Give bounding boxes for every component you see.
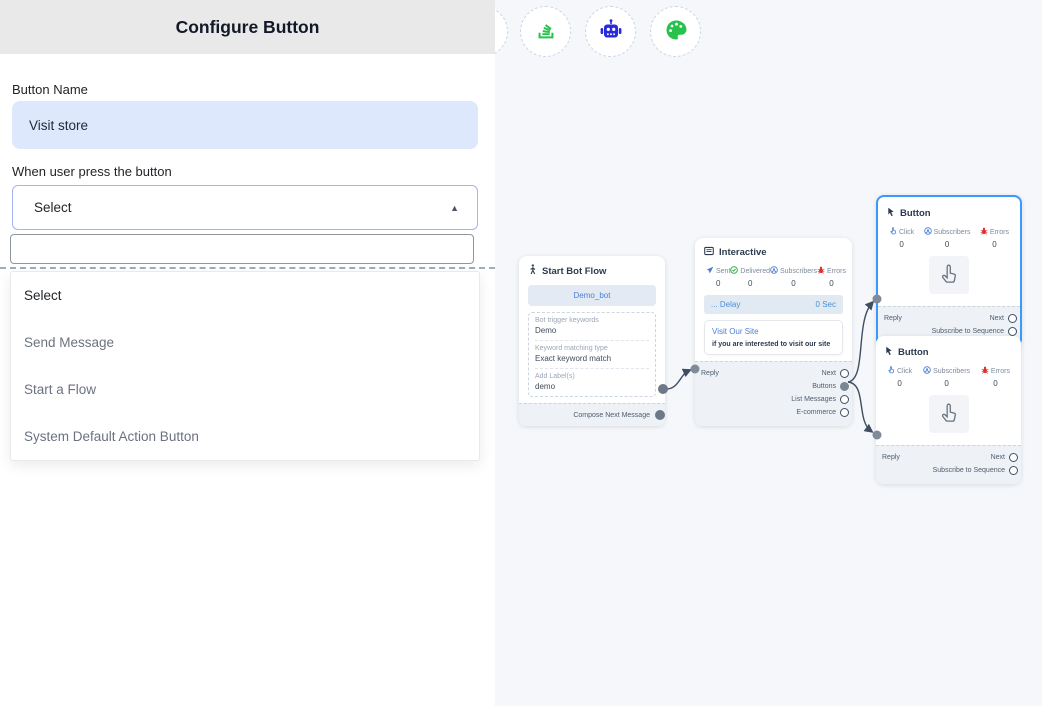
robot-icon [599,18,623,45]
user-circle-icon [923,366,931,376]
start-bot-flow-node[interactable]: Start Bot Flow Demo_bot Bot trigger keyw… [519,256,665,426]
bug-icon [981,366,989,376]
interactive-message-icon [704,246,714,259]
hand-pointer-icon [929,256,969,294]
compose-next-message-port[interactable] [655,410,665,420]
stat-delivered: Delivered 0 [730,266,770,288]
field-row: Keyword matching type Exact keyword matc… [535,340,649,368]
node-title-label: Interactive [719,247,767,258]
action-label: When user press the button [12,164,172,179]
stat-errors: Errors 0 [981,366,1010,388]
flow-canvas[interactable]: Start Bot Flow Demo_bot Bot trigger keyw… [495,0,1042,706]
reply-port-label: Reply [882,454,900,461]
chevron-up-icon: ▲ [450,203,459,213]
bot-fields: Bot trigger keywords Demo Keyword matchi… [528,312,656,397]
option-system-default-action-button[interactable]: System Default Action Button [11,413,479,460]
field-label: Keyword matching type [535,345,649,352]
stat-subscribers: Subscribers 0 [924,227,971,249]
message-body: if you are interested to visit our site [712,341,835,348]
port-e-commerce[interactable]: E-commerce [796,408,848,417]
node-stats: Click 0 Subscribers [887,227,1011,249]
message-title: Visit Our Site [712,327,835,336]
field-value: Exact keyword match [535,354,649,363]
field-label: Add Label(s) [535,373,649,380]
bug-icon [980,227,988,237]
field-value: demo [535,382,649,391]
reply-port-label: Reply [701,370,719,377]
stat-click: Click 0 [889,227,914,249]
interactive-node[interactable]: Interactive Sent 0 [695,238,852,426]
panel-header: Configure Button [0,0,495,54]
flow-builder-app: Start Bot Flow Demo_bot Bot trigger keyw… [0,0,1042,706]
configure-button-panel: Configure Button Button Name When user p… [0,0,495,706]
port-next[interactable]: Next [991,453,1017,462]
paper-plane-icon [706,266,714,276]
port-subscribe-to-sequence[interactable]: Subscribe to Sequence [932,327,1016,336]
action-select[interactable]: Select ▲ [12,185,478,230]
stat-subscribers: Subscribers 0 [770,266,817,288]
option-send-message[interactable]: Send Message [11,319,479,366]
palette-icon-button[interactable] [650,6,701,57]
hidden-tool-button[interactable] [495,6,508,57]
field-row: Bot trigger keywords Demo [535,313,649,340]
user-circle-icon [924,227,932,237]
palette-icon [664,18,688,45]
edge-compose-to-reply [663,371,689,390]
dropdown-search-input[interactable] [10,234,474,264]
field-value: Demo [535,326,649,335]
port-next[interactable]: Next [990,314,1016,323]
click-hand-icon [887,366,895,376]
delay-value: 0 Sec [816,300,836,309]
walking-person-icon [528,264,537,278]
delay-bar[interactable]: ... Delay 0 Sec [704,295,843,314]
port-next[interactable]: Next [822,369,848,378]
compose-next-message-port-label: Compose Next Message [573,412,650,419]
button-node-selected[interactable]: Button Click 0 [876,195,1022,347]
message-preview-card[interactable]: Visit Our Site if you are interested to … [704,320,843,355]
robot-icon-button[interactable] [585,6,636,57]
node-stats: Sent 0 Delivered 0 [704,266,843,288]
button-name-label: Button Name [12,82,88,97]
node-title-label: Button [900,208,931,219]
stat-errors: Errors 0 [817,266,846,288]
stack-icon-button[interactable] [520,6,571,57]
click-hand-icon [889,227,897,237]
panel-title: Configure Button [176,17,320,38]
port-subscribe-to-sequence[interactable]: Subscribe to Sequence [933,466,1017,475]
node-title-label: Start Bot Flow [542,266,606,277]
field-row: Add Label(s) demo [535,368,649,396]
reply-port-label: Reply [884,315,902,322]
port-buttons[interactable]: Buttons [812,382,848,391]
action-options-list: Select Send Message Start a Flow System … [10,271,480,461]
stat-errors: Errors 0 [980,227,1009,249]
cursor-arrow-icon [885,346,893,359]
field-label: Bot trigger keywords [535,317,649,324]
option-start-a-flow[interactable]: Start a Flow [11,366,479,413]
stack-icon [535,19,557,44]
port-list-messages[interactable]: List Messages [791,395,848,404]
user-circle-icon [770,266,778,276]
stat-click: Click 0 [887,366,912,388]
option-select[interactable]: Select [11,272,479,319]
node-stats: Click 0 Subscribers [885,366,1012,388]
action-select-value: Select [13,200,72,215]
bot-name-pill[interactable]: Demo_bot [528,285,656,306]
hand-pointer-icon [929,395,969,433]
cursor-arrow-icon [887,207,895,220]
bug-icon [817,266,825,276]
check-circle-icon [730,266,738,276]
delay-label: ... Delay [711,300,740,309]
stat-subscribers: Subscribers 0 [923,366,970,388]
node-title-label: Button [898,347,929,358]
stat-sent: Sent 0 [706,266,730,288]
dashed-divider [0,267,495,269]
button-node[interactable]: Button Click 0 [876,336,1021,484]
button-name-input[interactable] [12,101,478,149]
